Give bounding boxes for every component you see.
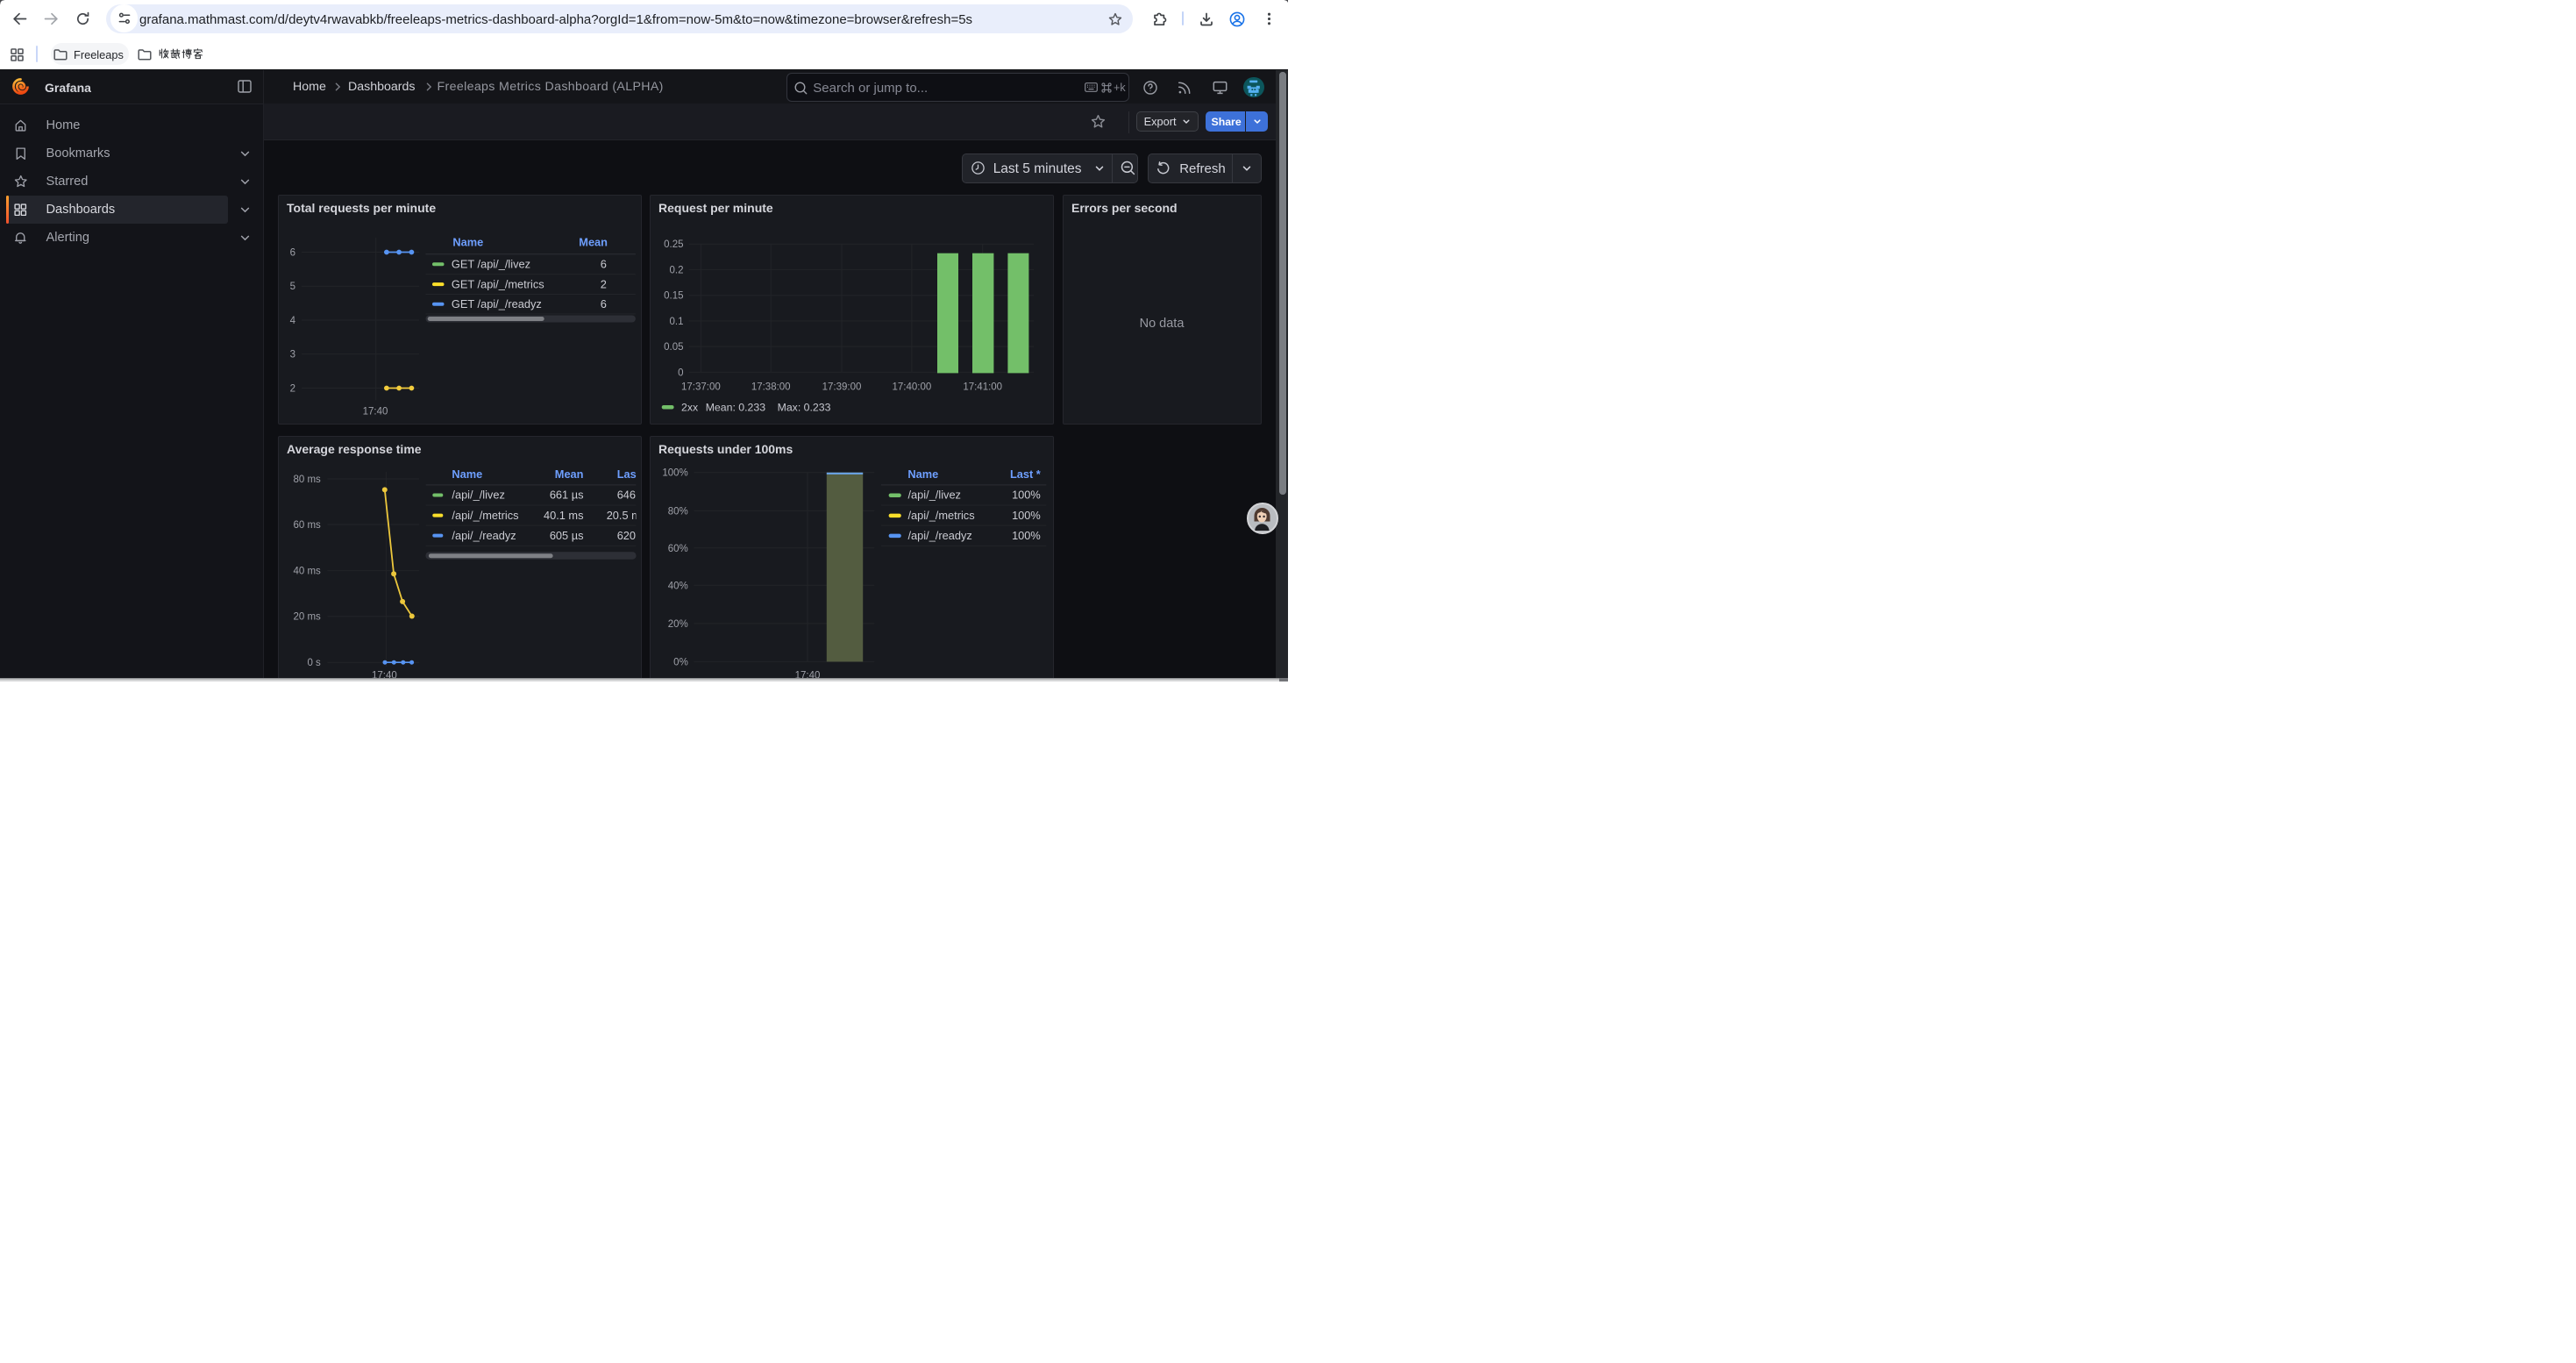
svg-text:17:39:00: 17:39:00	[822, 382, 862, 392]
svg-text:2: 2	[600, 277, 606, 290]
svg-text:GET /api/_/readyz: GET /api/_/readyz	[451, 296, 541, 310]
svg-text:0 s: 0 s	[307, 658, 321, 668]
svg-text:Last *: Last *	[1010, 467, 1041, 481]
svg-text:/api/_/livez: /api/_/livez	[452, 489, 504, 502]
svg-text:4: 4	[289, 316, 295, 326]
svg-text:GET /api/_/livez: GET /api/_/livez	[451, 257, 530, 270]
svg-text:661 µs: 661 µs	[549, 489, 583, 502]
svg-text:20%: 20%	[668, 619, 688, 630]
svg-text:Errors per second: Errors per second	[1071, 201, 1178, 215]
svg-text:5: 5	[289, 282, 295, 292]
svg-text:Average response time: Average response time	[287, 442, 422, 456]
svg-text:0.05: 0.05	[664, 342, 683, 353]
svg-text:80%: 80%	[668, 506, 688, 517]
svg-text:40 ms: 40 ms	[293, 567, 321, 577]
svg-text:0.15: 0.15	[664, 290, 683, 301]
svg-text:60%: 60%	[668, 544, 688, 554]
svg-text:Last *: Last *	[616, 467, 641, 481]
svg-text:100%: 100%	[1012, 509, 1041, 522]
svg-text:No data: No data	[1140, 317, 1185, 331]
svg-text:40.1 ms: 40.1 ms	[543, 509, 583, 522]
svg-text:Name: Name	[452, 467, 482, 481]
svg-text:Name: Name	[907, 467, 938, 481]
svg-text:0: 0	[678, 368, 683, 378]
svg-text:20.5 m: 20.5 m	[606, 509, 640, 522]
svg-text:605 µs: 605 µs	[549, 529, 583, 542]
svg-text:2xx: 2xx	[681, 401, 699, 413]
svg-text:6: 6	[600, 257, 606, 270]
svg-text:40%: 40%	[668, 581, 688, 591]
svg-text:0.1: 0.1	[670, 316, 684, 326]
svg-text:620: 620	[616, 529, 635, 542]
svg-text:Name: Name	[452, 235, 483, 248]
svg-text:0%: 0%	[673, 657, 688, 667]
svg-text:60 ms: 60 ms	[293, 520, 321, 531]
svg-text:17:41:00: 17:41:00	[963, 382, 1002, 392]
svg-text:Requests under 100ms: Requests under 100ms	[658, 442, 793, 456]
svg-text:6: 6	[600, 296, 606, 310]
svg-text:80 ms: 80 ms	[293, 475, 321, 485]
svg-text:/api/_/metrics: /api/_/metrics	[908, 509, 975, 522]
svg-text:GET /api/_/metrics: GET /api/_/metrics	[451, 277, 544, 290]
svg-text:Mean: Mean	[579, 235, 608, 248]
svg-text:/api/_/readyz: /api/_/readyz	[452, 529, 516, 542]
svg-text:2: 2	[289, 383, 295, 394]
svg-text:3: 3	[289, 349, 295, 360]
svg-text:6: 6	[289, 247, 295, 258]
svg-text:/api/_/livez: /api/_/livez	[908, 489, 961, 502]
svg-text:Request per minute: Request per minute	[658, 201, 773, 215]
svg-text:646: 646	[616, 489, 635, 502]
svg-text:Total requests per minute: Total requests per minute	[287, 201, 436, 215]
svg-text:/api/_/readyz: /api/_/readyz	[908, 529, 972, 542]
svg-text:100%: 100%	[1012, 529, 1041, 542]
svg-text:Max: 0.233: Max: 0.233	[778, 401, 831, 413]
svg-text:0.25: 0.25	[664, 239, 683, 250]
svg-text:Mean: Mean	[554, 467, 583, 481]
svg-text:17:38:00: 17:38:00	[751, 382, 791, 392]
svg-text:100%: 100%	[1012, 489, 1041, 502]
svg-text:0.2: 0.2	[670, 265, 684, 275]
svg-text:17:40: 17:40	[362, 406, 388, 417]
svg-text:20 ms: 20 ms	[293, 612, 321, 623]
svg-text:/api/_/metrics: /api/_/metrics	[452, 509, 518, 522]
svg-text:17:40:00: 17:40:00	[893, 382, 932, 392]
svg-text:17:37:00: 17:37:00	[681, 382, 721, 392]
svg-text:Mean: 0.233: Mean: 0.233	[706, 401, 766, 413]
svg-text:100%: 100%	[662, 468, 687, 479]
